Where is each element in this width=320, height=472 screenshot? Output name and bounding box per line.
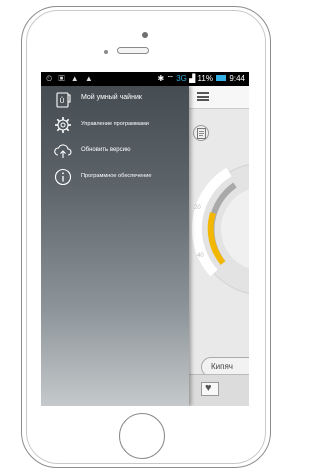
network-type: 3G xyxy=(176,74,187,83)
navigation-drawer: Ŭ Мой умный чайник Управление программам… xyxy=(41,86,189,406)
document-button[interactable] xyxy=(193,125,209,141)
front-camera xyxy=(142,32,148,38)
heart-icon: ♥ xyxy=(205,382,212,394)
drawer-item-update-version[interactable]: Обновить версию xyxy=(41,138,189,164)
cloud-upload-icon xyxy=(54,144,72,158)
drawer-item-label: Мой умный чайник xyxy=(81,94,142,101)
dial-tick-label: 40 xyxy=(197,253,204,259)
document-icon xyxy=(197,128,206,139)
bottom-bar: ♥ xyxy=(189,374,249,406)
drawer-item-software[interactable]: Программное обеспечение xyxy=(41,164,189,190)
info-icon xyxy=(54,168,72,186)
home-button[interactable] xyxy=(119,413,165,459)
menu-icon[interactable] xyxy=(197,92,209,101)
drawer-item-label: Программное обеспечение xyxy=(81,173,152,179)
battery-percent: 11% xyxy=(197,74,213,83)
notification-icons: ⏲ ▣ ▲ ▲ xyxy=(46,74,95,83)
drawer-item-program-management[interactable]: Управление программами xyxy=(41,112,189,138)
status-indicators: ✱ ⌔ 3G ▟ 11% 9:44 xyxy=(158,74,245,84)
temperature-dial[interactable]: 20 40 xyxy=(189,149,249,309)
gear-icon xyxy=(55,117,71,133)
earpiece-speaker xyxy=(117,47,149,54)
phone-screen: ⏲ ▣ ▲ ▲ ✱ ⌔ 3G ▟ 11% 9:44 20 40 Кипяч ♥ … xyxy=(41,72,249,406)
svg-text:Ŭ: Ŭ xyxy=(60,96,65,105)
main-content: 20 40 Кипяч xyxy=(189,109,249,406)
bluetooth-icon: ✱ xyxy=(157,74,165,83)
clock: 9:44 xyxy=(229,74,245,83)
status-bar: ⏲ ▣ ▲ ▲ ✱ ⌔ 3G ▟ 11% 9:44 xyxy=(41,72,249,86)
app-bar xyxy=(189,86,249,109)
drawer-item-label: Управление программами xyxy=(81,121,149,127)
battery-icon xyxy=(216,75,227,81)
kettle-icon: Ŭ xyxy=(56,92,71,108)
drawer-item-my-kettle[interactable]: Ŭ Мой умный чайник xyxy=(41,86,189,112)
dial-tick-label: 20 xyxy=(194,205,201,211)
signal-icon: ▟ xyxy=(189,74,196,83)
favorites-button[interactable]: ♥ xyxy=(201,382,219,396)
sensor-dot xyxy=(104,50,108,54)
wifi-icon: ⌔ xyxy=(166,74,174,83)
drawer-item-label: Обновить версию xyxy=(81,147,131,153)
